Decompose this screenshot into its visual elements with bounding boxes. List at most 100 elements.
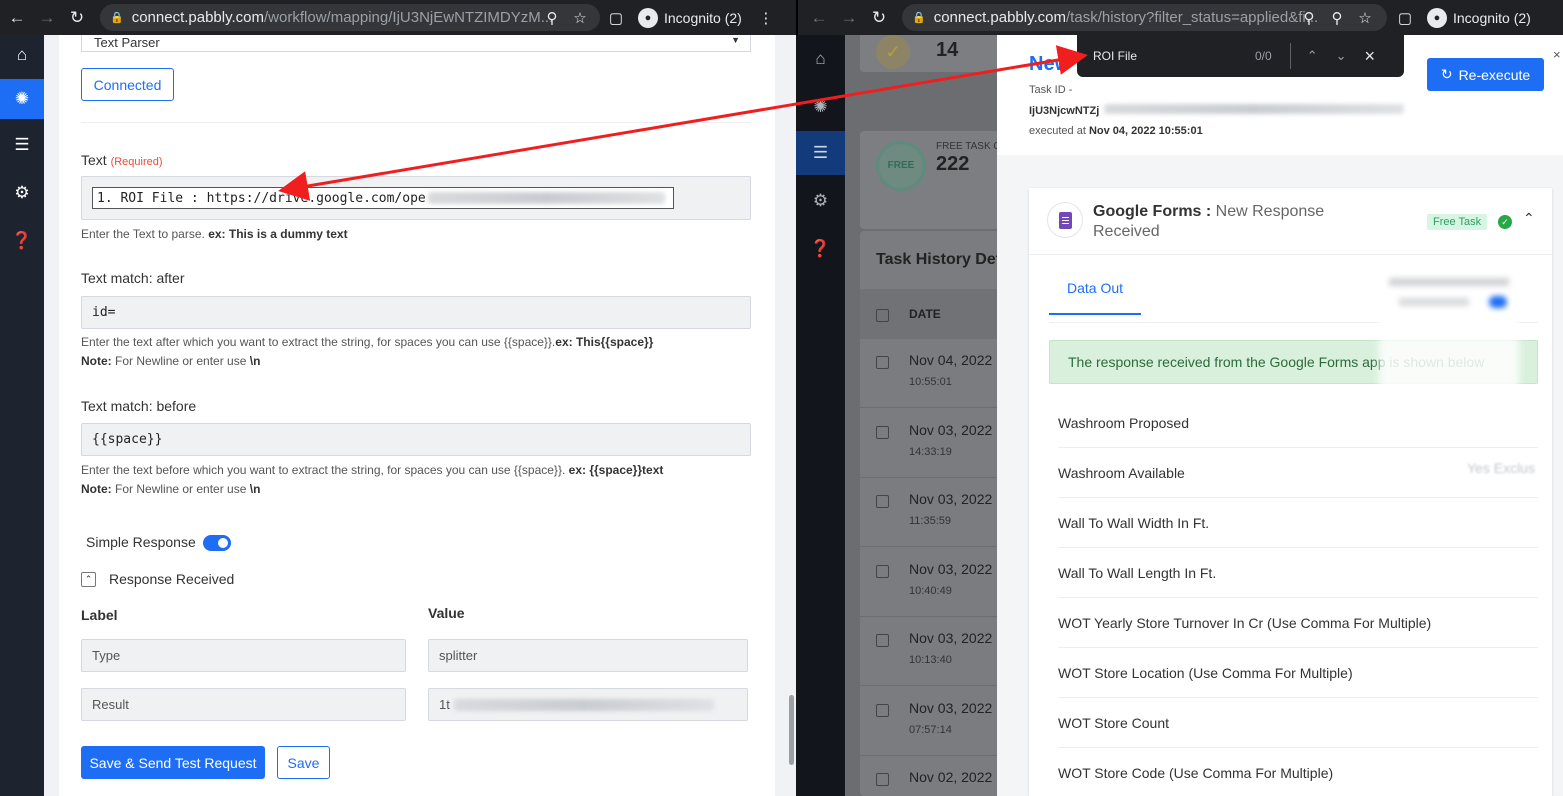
row-checkbox[interactable] [876,703,889,717]
menu-kebab-icon[interactable]: ⋮ [752,9,780,27]
before-hint: Enter the text before which you want to … [81,461,771,499]
forward-icon[interactable]: → [32,8,62,28]
zoom-icon[interactable]: ⚲ [1323,9,1351,27]
find-close-icon[interactable]: × [1365,46,1376,67]
zoom-icon[interactable]: ⚲ [538,9,566,27]
row-date: Nov 03, 2022 [909,491,993,507]
home-icon[interactable]: ⌂ [0,35,44,75]
response-value-result: 1t [428,688,748,721]
action-select[interactable]: Text Parser ▼ [81,35,751,52]
save-send-test-button[interactable]: Save & Send Test Request [81,746,265,779]
reload-icon[interactable]: ↻ [62,8,92,28]
after-note-label: Note: [81,354,112,368]
help-icon[interactable]: ❓ [0,221,44,261]
text-field-label: Text (Required) [81,152,163,168]
divider [81,122,751,123]
text-token-value: 1. ROI File : https://drive.google.com/o… [97,190,426,206]
row-checkbox[interactable] [876,356,889,369]
free-badge-icon: FREE [876,141,926,191]
incognito-indicator[interactable]: ● Incognito (2) [638,7,742,28]
left-browser-toolbar: ← → ↻ 🔒 connect.pabbly.com /workflow/map… [0,0,796,35]
bookmark-star-icon[interactable]: ☆ [1351,9,1379,27]
task-history-row[interactable]: Nov 04, 2022 10:55:01 [860,339,1020,408]
tab-data-out[interactable]: Data Out [1049,280,1141,296]
task-history-row[interactable]: Nov 02, 2022 [860,756,1020,796]
refresh-icon: ↻ [1440,66,1453,82]
before-hint-prefix: Enter the text before which you want to … [81,463,566,477]
app-sidebar: ⌂ ✺ ☰ ⚙ ❓ [0,35,44,796]
row-time: 07:57:14 [909,723,952,736]
row-checkbox[interactable] [876,564,889,578]
row-checkbox[interactable] [876,425,889,439]
task-list-icon[interactable]: ☰ [796,131,845,175]
data-out-field-row: WOT Yearly Store Turnover In Cr (Use Com… [1058,598,1538,648]
back-icon[interactable]: ← [2,8,32,28]
url-path: /workflow/mapping/IjU3NjEwNTZIMDYzM... [264,9,554,26]
row-checkbox[interactable] [876,495,889,508]
action-step-card: Text Parser ▼ Connected Text (Required) … [59,35,775,796]
save-button[interactable]: Save [277,746,330,779]
data-out-field-row: WOT Store Count [1058,698,1538,748]
response-label-type-text: Type [92,648,121,663]
task-history-row[interactable]: Nov 03, 2022 10:13:40 [860,617,1020,686]
data-out-field-label: Wall To Wall Length In Ft. [1058,564,1217,581]
tab-search-icon[interactable]: ▢ [602,9,630,27]
before-input[interactable]: {{space}} [81,423,751,456]
after-label: Text match: after [81,270,185,286]
settings-gear-icon[interactable]: ⚙ [796,179,845,223]
text-input[interactable]: 1. ROI File : https://drive.google.com/o… [81,176,751,220]
task-history-row[interactable]: Nov 03, 2022 10:40:49 [860,548,1020,617]
action-select-value: Text Parser [94,35,160,50]
address-bar[interactable]: 🔒 connect.pabbly.com /workflow/mapping/I… [100,4,600,31]
tab-search-icon[interactable]: ▢ [1391,9,1419,27]
incognito-indicator[interactable]: ● Incognito (2) [1427,7,1531,28]
before-note-code: \n [249,482,261,496]
row-checkbox[interactable] [876,773,889,786]
bookmark-star-icon[interactable]: ☆ [566,9,594,27]
stat2-value: 222 [936,153,970,175]
text-label: Text [81,152,107,168]
re-execute-button[interactable]: ↻ Re-execute [1427,58,1544,91]
text-token[interactable]: 1. ROI File : https://drive.google.com/o… [92,187,674,209]
home-icon[interactable]: ⌂ [796,37,845,81]
incognito-label: Incognito (2) [1453,9,1531,26]
help-icon[interactable]: ❓ [796,227,845,271]
task-detail-panel: New Task ID - IjU3NjcwNTZj executed at N… [997,35,1563,796]
find-query[interactable]: ROI File [1093,49,1243,63]
incognito-icon: ● [638,7,658,28]
after-note-code: \n [249,354,261,368]
collapse-chevron-up-icon[interactable]: ⌃ [1523,210,1535,227]
stat2-label: FREE TASK C [936,141,1001,152]
collapse-chevron-up-icon[interactable]: ⌃ [81,572,96,587]
workflow-icon[interactable]: ✺ [796,85,845,129]
after-input[interactable]: id= [81,296,751,329]
connected-button[interactable]: Connected [81,68,174,101]
row-checkbox[interactable] [876,634,889,647]
select-all-checkbox[interactable] [876,309,889,322]
find-next-chevron-down-icon[interactable]: ⌄ [1336,48,1347,64]
stat1-value: 14 [936,39,959,61]
back-icon[interactable]: ← [804,8,834,28]
workflow-icon[interactable]: ✺ [0,79,44,119]
simple-response-toggle[interactable] [203,535,231,551]
task-history-table: Task History Det DATE Nov 04, 2022 10:55:… [860,231,1020,796]
task-list-icon[interactable]: ☰ [0,125,44,165]
settings-gear-icon[interactable]: ⚙ [0,173,44,213]
partial-value: Yes Exclus [1467,460,1535,476]
close-panel-icon[interactable]: × [1553,47,1561,62]
blurred-text [427,192,665,204]
scrollbar-thumb[interactable] [789,695,794,765]
url-host: connect.pabbly.com [933,9,1067,26]
after-hint-example: ex: This{{space}} [555,335,654,349]
active-tab-underline [1049,313,1141,315]
find-prev-chevron-up-icon[interactable]: ⌃ [1307,48,1318,64]
stat-card-free-tasks: FREE FREE TASK C 222 [860,131,1020,229]
task-history-row[interactable]: Nov 03, 2022 07:57:14 [860,687,1020,756]
reload-icon[interactable]: ↻ [864,8,894,28]
forward-icon[interactable]: → [834,8,864,28]
re-execute-label: Re-execute [1458,66,1531,83]
divider [1029,254,1552,255]
task-history-row[interactable]: Nov 03, 2022 14:33:19 [860,409,1020,478]
task-history-row[interactable]: Nov 03, 2022 11:35:59 [860,478,1020,547]
find-in-page-icon[interactable]: ⚲ [1295,9,1323,27]
